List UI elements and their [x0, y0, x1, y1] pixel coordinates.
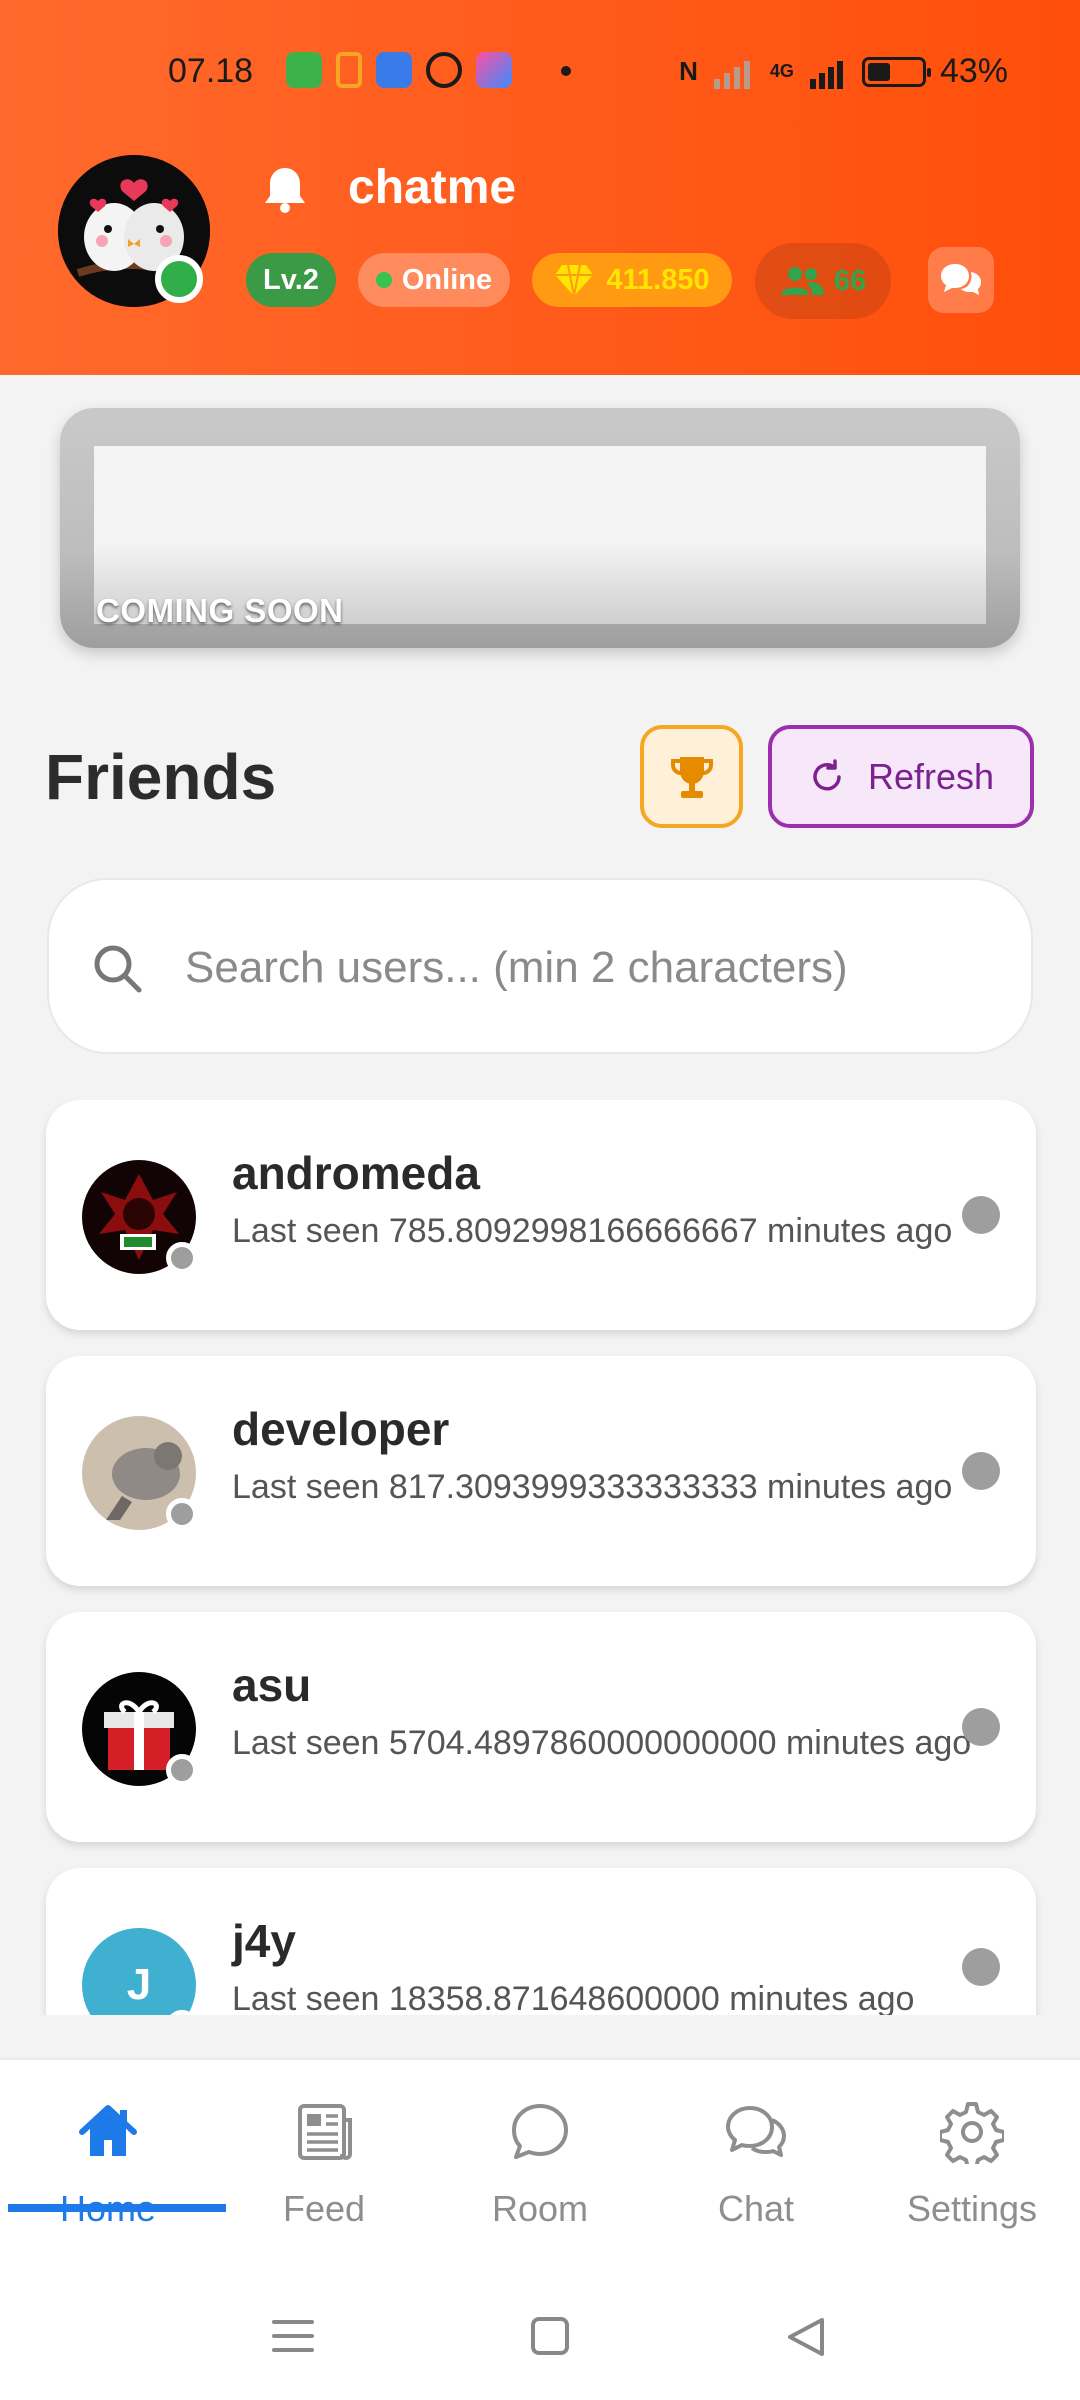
- banner-label: COMING SOON: [96, 592, 344, 629]
- nav-feed[interactable]: Feed: [216, 2060, 432, 2260]
- battery-level: 43%: [939, 52, 1008, 90]
- nfc-icon: N: [679, 56, 698, 86]
- status-time: 07.18: [168, 52, 254, 90]
- bell-icon[interactable]: [262, 164, 308, 214]
- more-notifications-dot: [561, 66, 571, 76]
- speech-bubble-icon: [512, 2104, 568, 2159]
- friends-count-chip[interactable]: 66: [755, 243, 891, 319]
- friend-name: asu: [232, 1659, 312, 1711]
- nav-chat[interactable]: Chat: [648, 2060, 864, 2260]
- shop-app-icon: [286, 52, 322, 88]
- presence-dot: [962, 1708, 1000, 1746]
- friend-last-seen: Last seen 785.8092998166666667 minutes a…: [232, 1212, 953, 1250]
- active-tab-indicator: [8, 2204, 226, 2212]
- nav-home[interactable]: Home: [0, 2060, 216, 2260]
- offline-status-dot: [166, 1242, 198, 1274]
- avatar-letter: J: [126, 1960, 152, 2009]
- users-icon: [780, 267, 824, 295]
- friend-card[interactable]: andromeda Last seen 785.8092998166666667…: [46, 1100, 1036, 1330]
- friend-card[interactable]: J j4y Last seen 18358.871648600000 minut…: [46, 1868, 1036, 2015]
- chat-bubbles-icon: [726, 2106, 786, 2157]
- home-icon: [79, 2105, 137, 2156]
- weather-app-icon: [376, 52, 412, 88]
- refresh-button[interactable]: Refresh: [768, 725, 1034, 828]
- leaderboard-button[interactable]: [640, 725, 743, 828]
- friend-last-seen: Last seen 5704.4897860000000000 minutes …: [232, 1724, 972, 1762]
- diamond-icon: [555, 264, 594, 297]
- user-search-box[interactable]: [47, 878, 1033, 1054]
- friend-name: j4y: [232, 1915, 296, 1967]
- star-app-icon: [476, 52, 512, 88]
- friend-avatar: J: [82, 1928, 196, 2015]
- nav-feed-label: Feed: [282, 2188, 366, 2229]
- search-input[interactable]: [185, 928, 1005, 1008]
- friend-card[interactable]: developer Last seen 817.3093999333333333…: [46, 1356, 1036, 1586]
- online-status-dot: [155, 255, 203, 303]
- app-header: 07.18 N 4G 43% chatme Lv.2 Online 411.85…: [0, 0, 1080, 375]
- refresh-label: Refresh: [867, 755, 995, 797]
- trophy-icon: [670, 756, 713, 798]
- status-bar: 07.18 N 4G 43%: [0, 52, 1080, 92]
- home-square-icon[interactable]: [530, 2316, 570, 2356]
- presence-dot: [962, 1196, 1000, 1234]
- friends-title: Friends: [45, 741, 277, 813]
- friend-name: developer: [232, 1403, 450, 1455]
- friend-last-seen: Last seen 817.3093999333333333 minutes a…: [232, 1468, 953, 1506]
- signal-off-icon: [713, 60, 750, 89]
- offline-status-dot: [166, 1754, 198, 1786]
- friend-card[interactable]: asu Last seen 5704.4897860000000000 minu…: [46, 1612, 1036, 1842]
- refresh-icon: [813, 758, 841, 790]
- friend-last-seen: Last seen 18358.871648600000 minutes ago: [232, 1980, 915, 2015]
- presence-dot: [962, 1948, 1000, 1986]
- battery-icon: [861, 56, 931, 87]
- notification-icons: [286, 52, 512, 88]
- friends-list: andromeda Last seen 785.8092998166666667…: [0, 1100, 1080, 2015]
- status-right: N 4G 43%: [679, 52, 1008, 91]
- bottom-navigation: Home Feed Room Chat Settings: [0, 2058, 1080, 2278]
- j-app-icon: [336, 52, 362, 88]
- signal-icon: [809, 60, 843, 89]
- offline-status-dot: [166, 1498, 198, 1530]
- chat-app-icon: [426, 52, 462, 88]
- presence-label: Online: [401, 263, 493, 296]
- friends-count: 66: [833, 264, 867, 297]
- chat-bubbles-icon: [941, 264, 981, 295]
- friend-name: andromeda: [232, 1147, 480, 1199]
- gems-value: 411.850: [606, 263, 710, 296]
- nav-chat-label: Chat: [717, 2188, 795, 2229]
- nav-settings[interactable]: Settings: [864, 2060, 1080, 2260]
- newspaper-icon: [298, 2104, 352, 2160]
- online-indicator-icon: [375, 272, 392, 288]
- level-badge: Lv.2: [246, 253, 336, 307]
- nav-room[interactable]: Room: [432, 2060, 648, 2260]
- coming-soon-banner[interactable]: COMING SOON: [60, 408, 1020, 648]
- username: chatme: [348, 161, 517, 214]
- back-icon[interactable]: [786, 2316, 826, 2358]
- messages-button[interactable]: [928, 247, 994, 313]
- gems-chip[interactable]: 411.850: [532, 253, 732, 307]
- presence-chip[interactable]: Online: [358, 253, 510, 307]
- search-icon: [94, 945, 142, 993]
- network-type: 4G: [769, 61, 794, 81]
- menu-icon[interactable]: [272, 2316, 314, 2356]
- nav-room-label: Room: [491, 2188, 589, 2229]
- system-navigation-bar: [0, 2278, 1080, 2400]
- gear-icon: [940, 2102, 1004, 2164]
- presence-dot: [962, 1452, 1000, 1490]
- nav-settings-label: Settings: [906, 2188, 1038, 2229]
